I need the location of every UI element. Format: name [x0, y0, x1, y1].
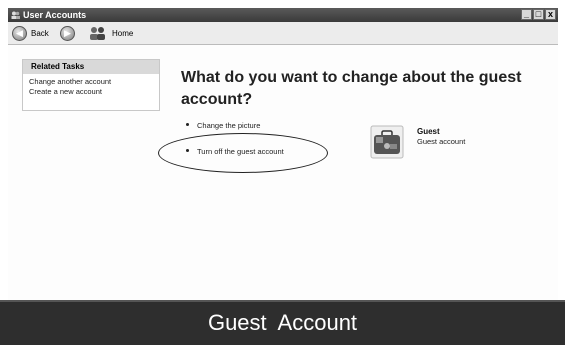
screenshot-frame: User Accounts _ □ x ◀ Back ▶ Home Relate… [0, 0, 565, 345]
toolbar: ◀ Back ▶ Home [8, 22, 558, 45]
caption-divider [0, 300, 565, 302]
task-change-another-account[interactable]: Change another account [23, 77, 159, 87]
back-arrow-icon: ◀ [12, 25, 27, 41]
users-home-icon [90, 27, 105, 40]
back-button[interactable]: ◀ Back [12, 25, 49, 41]
highlight-oval [158, 133, 328, 173]
bullet-icon [186, 122, 189, 126]
home-label: Home [112, 28, 134, 38]
forward-arrow-icon: ▶ [60, 25, 75, 41]
option-label: Change the picture [197, 121, 261, 130]
window-controls: _ □ x [521, 9, 556, 20]
window-title: User Accounts [23, 10, 87, 20]
close-button[interactable]: x [545, 9, 556, 20]
guest-name: Guest [417, 127, 440, 136]
page-title: What do you want to change about the gue… [181, 69, 522, 108]
content-area: Related Tasks Change another account Cre… [8, 45, 558, 300]
task-create-new-account[interactable]: Create a new account [23, 87, 159, 97]
caption-bar: Guest Account [0, 300, 565, 345]
title-bar: User Accounts _ □ x [8, 8, 558, 22]
guest-suitcase-icon[interactable] [370, 125, 404, 159]
home-button[interactable]: Home [88, 25, 133, 41]
minimize-button[interactable]: _ [521, 9, 532, 20]
user-accounts-icon [11, 11, 20, 19]
related-tasks-panel: Related Tasks Change another account Cre… [22, 59, 160, 111]
option-change-picture[interactable]: Change the picture [186, 121, 260, 130]
maximize-button[interactable]: □ [533, 9, 544, 20]
caption-text: Guest Account [207, 310, 358, 335]
forward-button[interactable]: ▶ [60, 25, 75, 41]
guest-account-type: Guest account [417, 137, 466, 146]
back-label: Back [31, 28, 49, 38]
related-tasks-header: Related Tasks [23, 60, 159, 74]
